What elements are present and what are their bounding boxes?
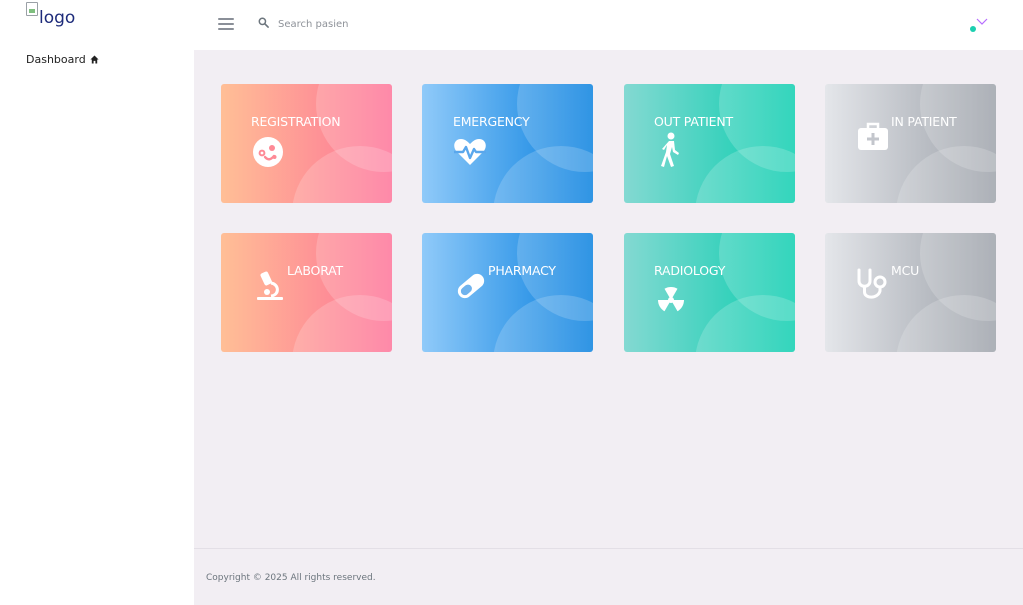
- home-icon: [90, 55, 99, 64]
- stethoscope-icon: [857, 268, 887, 299]
- radiation-icon: [657, 286, 685, 312]
- footer: Copyright © 2025 All rights reserved.: [194, 548, 1023, 605]
- top-navbar: [194, 0, 1023, 50]
- sidebar-item-label: Dashboard: [26, 53, 86, 66]
- card-mcu[interactable]: MCU: [825, 233, 996, 352]
- card-out-patient[interactable]: OUT PATIENT: [624, 84, 795, 203]
- online-status-dot: [970, 26, 976, 32]
- heartbeat-icon: [454, 139, 486, 165]
- card-label: PHARMACY: [488, 263, 556, 278]
- broken-image-icon: [26, 2, 38, 16]
- copyright-text: Copyright © 2025 All rights reserved.: [206, 573, 376, 583]
- sidebar: logo Dashboard: [0, 0, 194, 605]
- medical-kit-icon: [858, 122, 888, 150]
- sidebar-item-dashboard[interactable]: Dashboard: [26, 53, 99, 66]
- card-registration[interactable]: REGISTRATION: [221, 84, 392, 203]
- chevron-down-icon: [976, 18, 988, 25]
- microscope-icon: [257, 271, 283, 300]
- menu-toggle-icon[interactable]: [218, 18, 234, 30]
- patient-face-icon: [253, 137, 283, 167]
- card-label: OUT PATIENT: [654, 114, 733, 129]
- card-pharmacy[interactable]: PHARMACY: [422, 233, 593, 352]
- search-input[interactable]: [278, 13, 538, 35]
- logo-alt-text: logo: [39, 8, 76, 28]
- search-icon: [258, 17, 269, 28]
- card-label: LABORAT: [287, 263, 343, 278]
- card-label: IN PATIENT: [891, 114, 957, 129]
- walking-person-icon: [661, 132, 679, 167]
- card-label: RADIOLOGY: [654, 263, 726, 278]
- main-content: REGISTRATION EMERGENCY OUT PATIENT IN PA…: [194, 50, 1023, 548]
- card-label: MCU: [891, 263, 920, 278]
- card-emergency[interactable]: EMERGENCY: [422, 84, 593, 203]
- card-in-patient[interactable]: IN PATIENT: [825, 84, 996, 203]
- pill-icon: [457, 273, 485, 299]
- card-radiology[interactable]: RADIOLOGY: [624, 233, 795, 352]
- user-menu[interactable]: [968, 16, 992, 36]
- card-laborat[interactable]: LABORAT: [221, 233, 392, 352]
- logo[interactable]: logo: [26, 2, 76, 28]
- card-label: REGISTRATION: [251, 114, 341, 129]
- card-label: EMERGENCY: [453, 114, 530, 129]
